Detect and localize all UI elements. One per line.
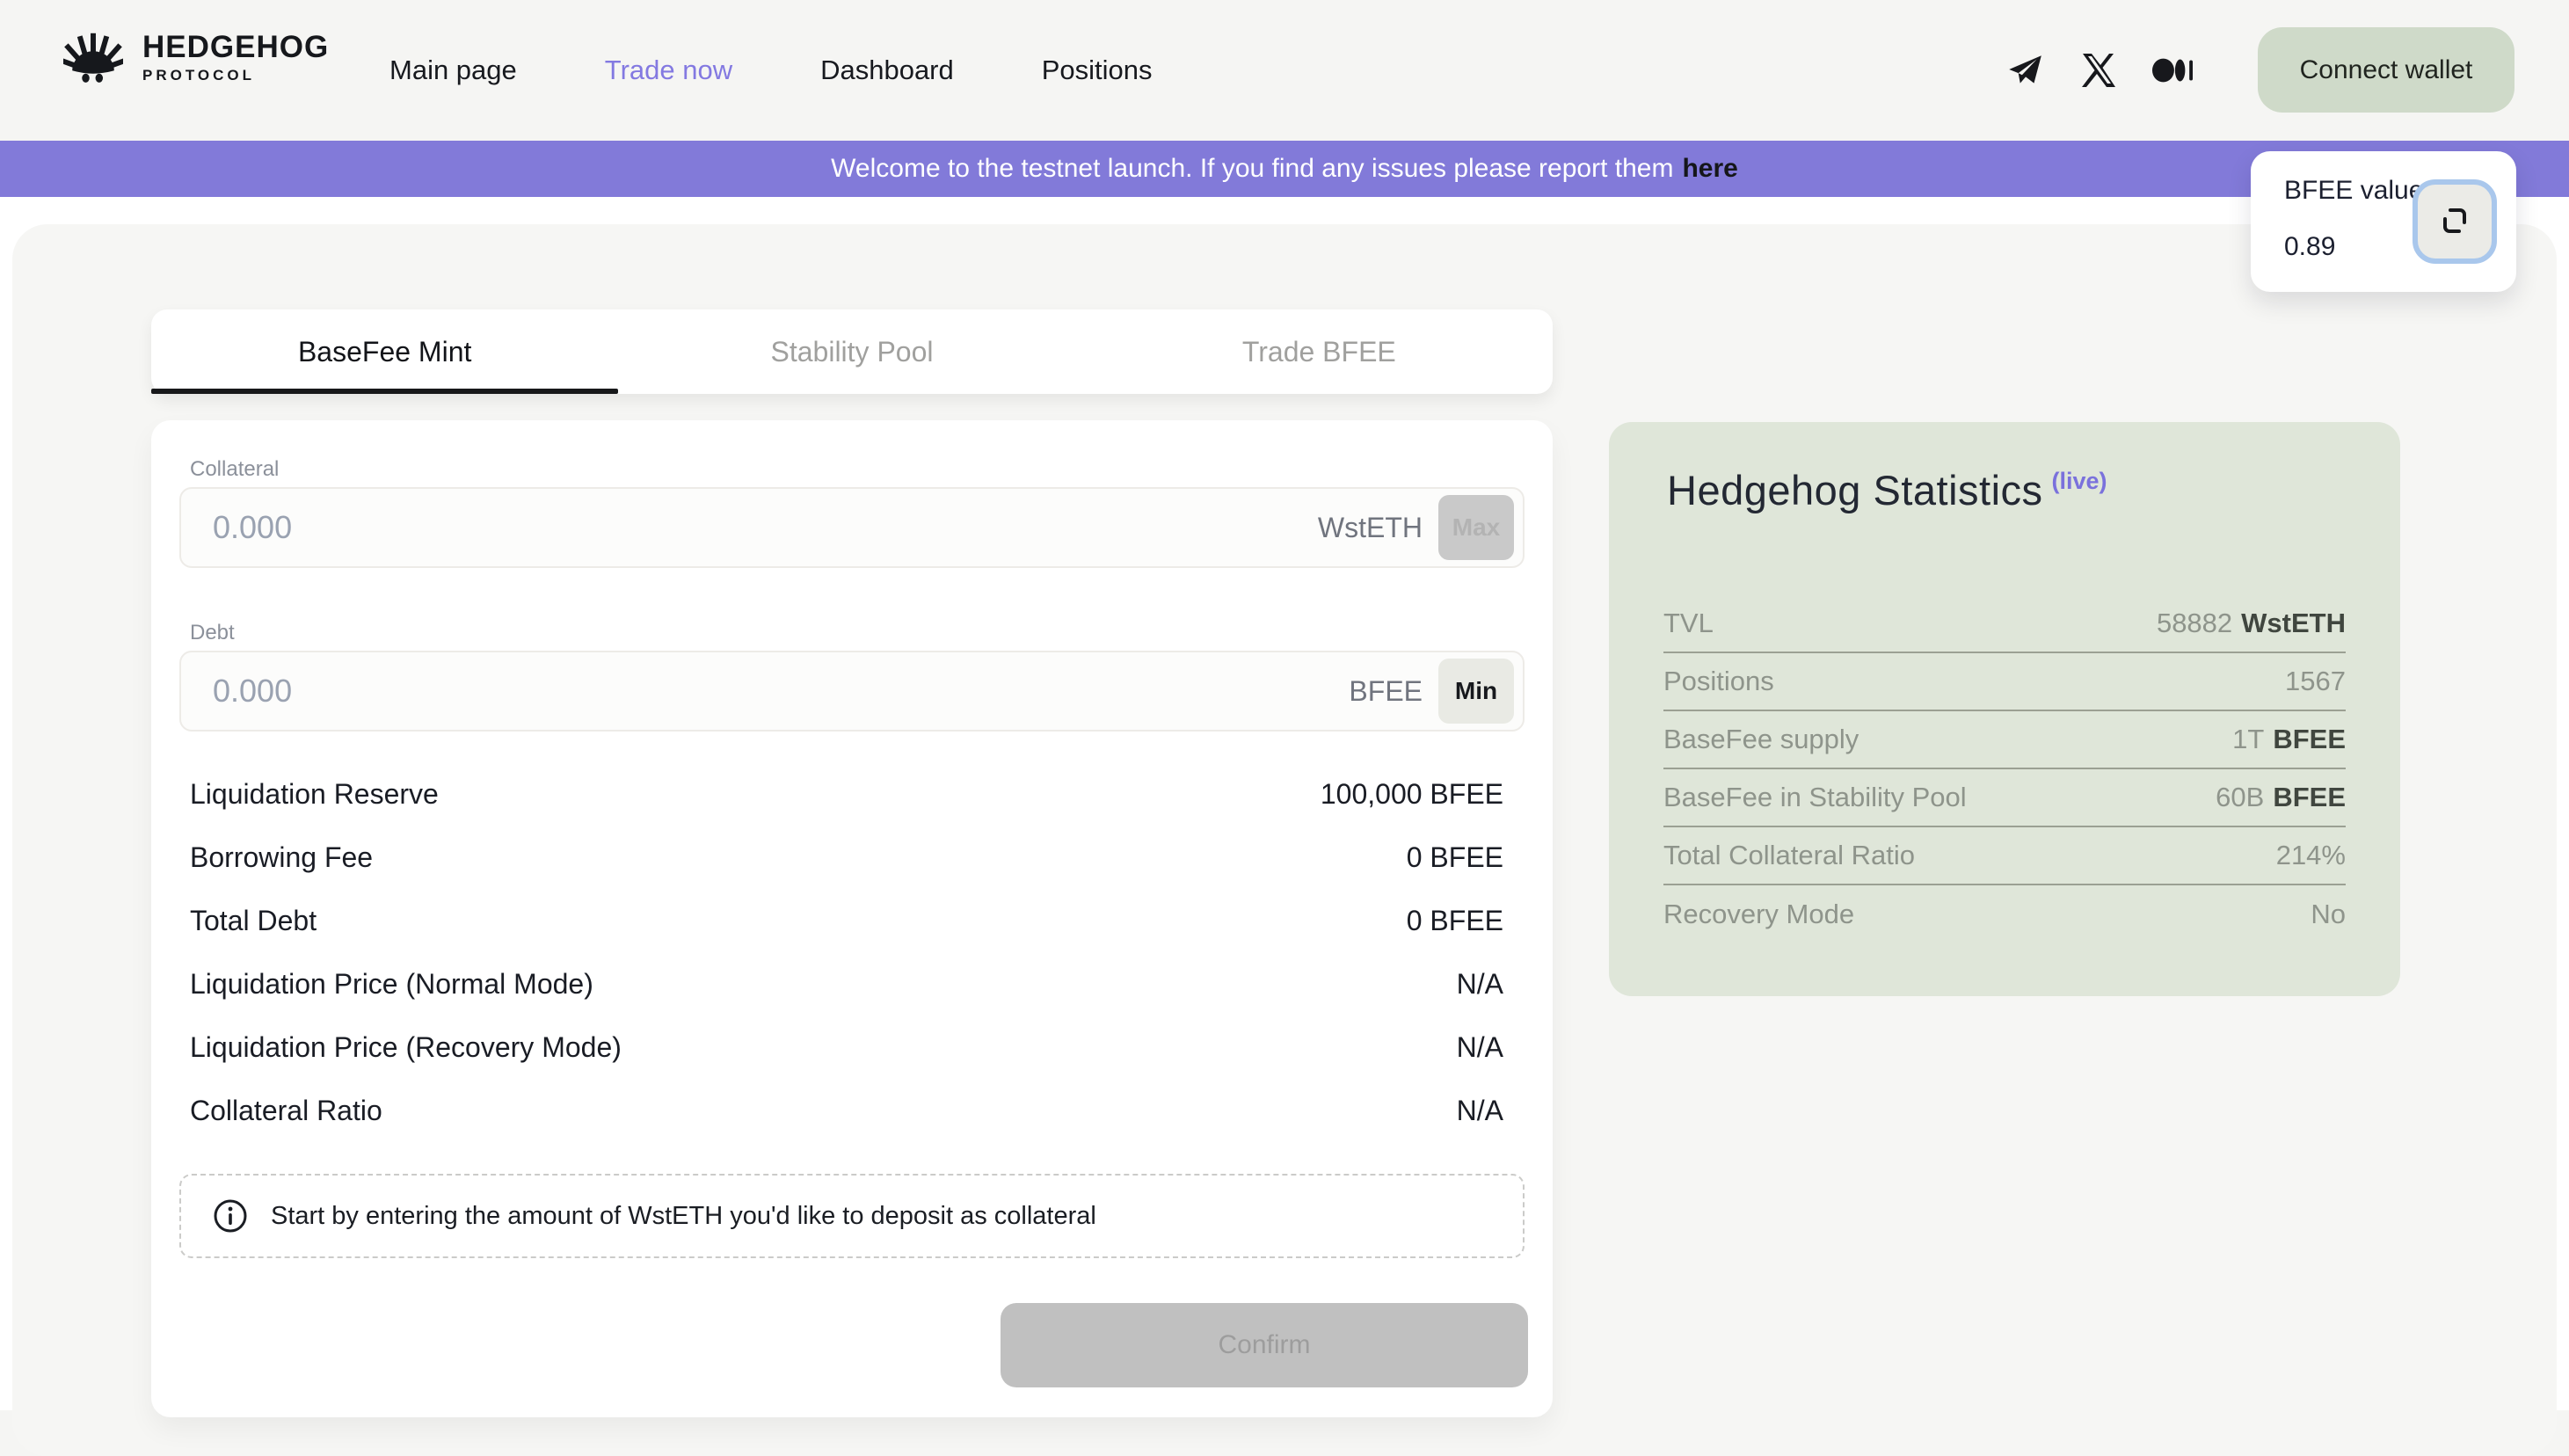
collateral-input-group: WstETH Max: [179, 487, 1525, 568]
detail-value: 100,000 BFEE: [1321, 778, 1503, 811]
stats-number: No: [2311, 899, 2346, 930]
brand-name: HEDGEHOG: [142, 32, 329, 62]
debt-label: Debt: [190, 621, 235, 645]
detail-label: Liquidation Price (Recovery Mode): [190, 1031, 622, 1064]
stats-label: Total Collateral Ratio: [1663, 840, 1915, 871]
bfee-value-label: BFEE value:: [2284, 176, 2431, 206]
stats-label: Positions: [1663, 666, 1774, 697]
hedgehog-icon: [63, 30, 123, 84]
position-details: Liquidation Reserve 100,000 BFEE Borrowi…: [190, 762, 1503, 1142]
statistics-live-badge: (live): [2052, 468, 2107, 495]
confirm-button[interactable]: Confirm: [1001, 1303, 1528, 1387]
stats-row-tvl: TVL 58882 WstETH: [1663, 595, 2346, 653]
statistics-rows: TVL 58882 WstETH Positions 1567 BaseFee s…: [1663, 595, 2346, 943]
banner-report-link[interactable]: here: [1682, 154, 1737, 184]
x-icon[interactable]: [2078, 50, 2119, 91]
detail-row-total-debt: Total Debt 0 BFEE: [190, 889, 1503, 952]
hint-text: Start by entering the amount of WstETH y…: [271, 1202, 1096, 1231]
stats-label: Recovery Mode: [1663, 899, 1854, 930]
debt-asset-tag: BFEE: [1349, 675, 1423, 708]
statistics-title: Hedgehog Statistics: [1667, 466, 2043, 514]
detail-row-liq-price-recovery: Liquidation Price (Recovery Mode) N/A: [190, 1016, 1503, 1079]
detail-value: N/A: [1457, 1031, 1503, 1064]
tab-trade-bfee[interactable]: Trade BFEE: [1086, 309, 1553, 394]
banner-message: Welcome to the testnet launch. If you fi…: [831, 154, 1673, 184]
nav-dashboard[interactable]: Dashboard: [820, 55, 954, 86]
nav-positions[interactable]: Positions: [1042, 55, 1153, 86]
info-icon: [213, 1198, 248, 1234]
detail-row-borrowing-fee: Borrowing Fee 0 BFEE: [190, 826, 1503, 889]
collateral-asset-tag: WstETH: [1318, 512, 1423, 544]
tab-stability-pool-label: Stability Pool: [771, 336, 934, 368]
bfee-value-card: BFEE value: 0.89: [2251, 151, 2516, 292]
connect-wallet-button[interactable]: Connect wallet: [2258, 27, 2514, 113]
social-links: [2005, 0, 2193, 141]
max-button[interactable]: Max: [1438, 495, 1514, 560]
bfee-value: 0.89: [2284, 232, 2335, 262]
refresh-icon: [2435, 201, 2474, 243]
stats-number: 60B: [2216, 782, 2264, 813]
tab-basefee-mint[interactable]: BaseFee Mint: [151, 309, 618, 394]
telegram-icon[interactable]: [2005, 50, 2045, 91]
stats-row-basefee-supply: BaseFee supply 1T BFEE: [1663, 711, 2346, 769]
detail-row-liq-price-normal: Liquidation Price (Normal Mode) N/A: [190, 952, 1503, 1016]
brand-subtitle: PROTOCOL: [142, 68, 329, 83]
collateral-input[interactable]: [213, 509, 1318, 546]
min-button[interactable]: Min: [1438, 659, 1514, 724]
detail-label: Collateral Ratio: [190, 1095, 382, 1127]
stats-number: 214%: [2276, 840, 2346, 871]
stats-row-basefee-stability-pool: BaseFee in Stability Pool 60B BFEE: [1663, 769, 2346, 827]
header: HEDGEHOG PROTOCOL Main page Trade now Da…: [0, 0, 2569, 141]
detail-label: Total Debt: [190, 905, 317, 937]
detail-value: N/A: [1457, 1095, 1503, 1127]
collateral-label: Collateral: [190, 457, 279, 482]
bfee-refresh-button[interactable]: [2413, 179, 2497, 264]
stats-row-recovery-mode: Recovery Mode No: [1663, 885, 2346, 943]
stats-number: 1567: [2285, 666, 2346, 697]
statistics-panel: Hedgehog Statistics (live) TVL 58882 WstE…: [1609, 422, 2400, 996]
detail-label: Liquidation Reserve: [190, 778, 439, 811]
detail-value: 0 BFEE: [1407, 905, 1503, 937]
stats-unit: WstETH: [2241, 608, 2346, 639]
detail-value: N/A: [1457, 968, 1503, 1001]
stats-label: BaseFee supply: [1663, 724, 1859, 755]
stats-label: BaseFee in Stability Pool: [1663, 782, 1967, 813]
detail-row-liquidation-reserve: Liquidation Reserve 100,000 BFEE: [190, 762, 1503, 826]
stats-number: 58882: [2157, 608, 2232, 639]
nav-main-page[interactable]: Main page: [389, 55, 517, 86]
nav-trade-now[interactable]: Trade now: [605, 55, 732, 86]
medium-icon[interactable]: [2152, 50, 2193, 91]
detail-label: Borrowing Fee: [190, 841, 373, 874]
main-nav: Main page Trade now Dashboard Positions: [389, 0, 1153, 141]
hint-box: Start by entering the amount of WstETH y…: [179, 1174, 1525, 1258]
stats-unit: BFEE: [2273, 782, 2346, 813]
detail-value: 0 BFEE: [1407, 841, 1503, 874]
stats-row-total-collateral-ratio: Total Collateral Ratio 214%: [1663, 827, 2346, 885]
testnet-banner: Welcome to the testnet launch. If you fi…: [0, 141, 2569, 197]
stats-unit: BFEE: [2273, 724, 2346, 755]
brand-logo[interactable]: HEDGEHOG PROTOCOL: [63, 30, 329, 84]
debt-input-group: BFEE Min: [179, 651, 1525, 732]
tab-stability-pool[interactable]: Stability Pool: [618, 309, 1085, 394]
stats-label: TVL: [1663, 608, 1714, 639]
trade-tabs: BaseFee Mint Stability Pool Trade BFEE: [151, 309, 1553, 394]
active-tab-underline: [151, 389, 618, 394]
stats-row-positions: Positions 1567: [1663, 653, 2346, 711]
detail-label: Liquidation Price (Normal Mode): [190, 968, 593, 1001]
tab-basefee-mint-label: BaseFee Mint: [298, 336, 471, 368]
tab-trade-bfee-label: Trade BFEE: [1242, 336, 1396, 368]
stats-number: 1T: [2232, 724, 2264, 755]
detail-row-collateral-ratio: Collateral Ratio N/A: [190, 1079, 1503, 1142]
basefee-mint-form: Collateral WstETH Max Debt BFEE Min Liqu…: [151, 420, 1553, 1417]
debt-input[interactable]: [213, 673, 1349, 710]
